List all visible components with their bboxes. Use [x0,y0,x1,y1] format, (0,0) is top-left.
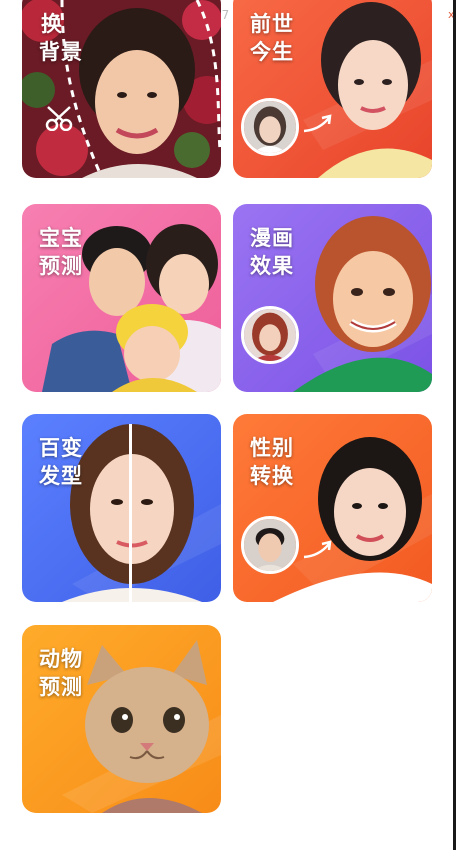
source-avatar [241,306,299,364]
card-past-life[interactable]: 前世 今生 [233,0,432,178]
transform-arrow-icon [303,540,332,559]
source-avatar [241,98,299,156]
source-avatar [241,516,299,574]
card-title: 百变 发型 [39,436,83,488]
card-title: 前世 今生 [250,12,294,64]
card-cartoon-effect[interactable]: 漫画 效果 [233,204,432,392]
transform-arrow-icon [303,114,332,133]
card-title: 换 背景 [39,12,83,64]
scissors-icon [45,106,73,131]
card-baby-prediction[interactable]: 宝宝 预测 [22,204,221,392]
card-title: 性别 转换 [250,436,294,488]
card-change-background[interactable]: 换 背景 [22,0,221,178]
edge-divider [453,0,456,850]
card-title: 漫画 效果 [250,226,294,278]
card-hairstyle[interactable]: 百变 发型 [22,414,221,602]
card-animal-prediction[interactable]: 动物 预测 [22,625,221,813]
card-gender-swap[interactable]: 性别 转换 [233,414,432,602]
card-title: 动物 预测 [39,647,83,699]
card-title: 宝宝 预测 [39,226,83,278]
